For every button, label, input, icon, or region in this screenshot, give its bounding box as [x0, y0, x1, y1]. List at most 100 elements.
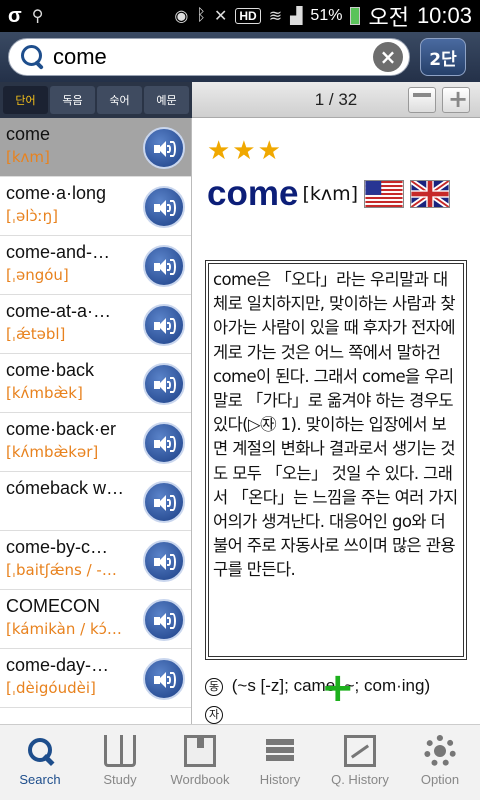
- speaker-button[interactable]: [143, 363, 185, 405]
- description-text: come은 「오다」라는 우리말과 대체로 일치하지만, 맞이하는 사람과 찾아…: [208, 263, 464, 657]
- importance-stars: ★★★: [207, 136, 283, 166]
- speaker-button[interactable]: [143, 127, 185, 169]
- status-right-icons: ◉ ᛒ ✕ HD ≋ ▟ 51% 오전 10:03: [174, 0, 472, 32]
- uk-flag-icon[interactable]: [410, 180, 451, 208]
- clock: 10:03: [416, 3, 472, 28]
- word-pron: [ˌəngóu]: [6, 266, 69, 284]
- word-text: come-day-…: [6, 655, 110, 675]
- signal-icon: ▟: [290, 8, 303, 25]
- list-item[interactable]: come·back [kʌ́mbæ̀k]: [0, 354, 191, 413]
- hd-voice-icon: HD: [235, 8, 261, 24]
- speaker-icon: [154, 317, 176, 335]
- app-notification-icon: σ: [8, 4, 22, 27]
- chart-icon: [344, 735, 376, 767]
- list-item[interactable]: come·a·long [ˌəlɔ̀ːŋ]: [0, 177, 191, 236]
- nav-label: Study: [103, 772, 137, 787]
- list-item[interactable]: COMECON [kámikàn / kɔ́…: [0, 590, 191, 649]
- word-pron: [kʌ́mbæ̀k]: [6, 384, 83, 402]
- window-icon: [413, 93, 431, 97]
- time-period: 오전: [368, 5, 409, 30]
- speaker-button[interactable]: [143, 599, 185, 641]
- speaker-icon: [154, 140, 176, 158]
- add-page-button[interactable]: +: [442, 85, 470, 113]
- speaker-button[interactable]: [143, 481, 185, 523]
- status-bar: σ ⚲ ◉ ᛒ ✕ HD ≋ ▟ 51% 오전 10:03: [0, 0, 480, 32]
- list-item[interactable]: come-and-… [ˌəngóu]: [0, 236, 191, 295]
- description-box: come은 「오다」라는 우리말과 대체로 일치하지만, 맞이하는 사람과 찾아…: [205, 260, 467, 660]
- nav-wordbook[interactable]: Wordbook: [160, 725, 240, 800]
- intransitive-badge: 자: [205, 706, 223, 724]
- search-icon: [17, 42, 47, 72]
- word-text: come·back: [6, 360, 95, 380]
- word-text: come·a·long: [6, 183, 107, 203]
- word-text: come-by-c…: [6, 537, 109, 557]
- list-item[interactable]: come-day-… [ˌdèigóudèi]: [0, 649, 191, 708]
- collapse-button[interactable]: [408, 87, 436, 113]
- word-pron: [ˌbaitʃǽns / -…: [6, 561, 117, 579]
- speaker-button[interactable]: [143, 245, 185, 287]
- tab-idiom[interactable]: 숙어: [97, 86, 142, 114]
- battery-icon: [350, 7, 361, 25]
- nav-label: Wordbook: [170, 772, 230, 787]
- speaker-button[interactable]: [143, 186, 185, 228]
- wordbook-icon: [184, 735, 216, 767]
- word-text: COMECON: [6, 596, 100, 616]
- list-item[interactable]: cómeback w…: [0, 472, 191, 531]
- nav-study[interactable]: Study: [80, 725, 160, 800]
- detail-pane: ★★★ come [kʌm] come은 「오다」라는 우리말과 대체로 일치하…: [193, 118, 480, 724]
- bottom-nav: Search Study Wordbook History Q. History…: [0, 724, 480, 800]
- nav-search[interactable]: Search: [0, 725, 80, 800]
- history-icon: [264, 735, 296, 767]
- word-text: come·back·er: [6, 419, 117, 439]
- us-flag-icon[interactable]: [364, 180, 405, 208]
- list-item[interactable]: come-at-a·… [ˌǽtəbl]: [0, 295, 191, 354]
- speaker-icon: [154, 199, 176, 217]
- level-button[interactable]: 2단: [420, 38, 466, 76]
- speaker-icon: [154, 494, 176, 512]
- speaker-button[interactable]: [143, 304, 185, 346]
- tab-example[interactable]: 예문: [144, 86, 189, 114]
- speaker-icon: [154, 376, 176, 394]
- speaker-icon: [154, 435, 176, 453]
- search-box[interactable]: ×: [8, 38, 410, 76]
- nav-history[interactable]: History: [240, 725, 320, 800]
- nav-label: Q. History: [331, 772, 389, 787]
- add-wordbook-icon[interactable]: +: [321, 668, 355, 708]
- speaker-button[interactable]: [143, 658, 185, 700]
- status-left-icons: σ ⚲: [8, 5, 43, 28]
- speaker-button[interactable]: [143, 422, 185, 464]
- speaker-icon: [154, 671, 176, 689]
- page-indicator: 1 / 32: [314, 90, 358, 109]
- speaker-icon: [154, 612, 176, 630]
- usb-icon: ⚲: [31, 8, 44, 25]
- nav-label: History: [259, 772, 301, 787]
- eye-icon: ◉: [174, 8, 189, 25]
- headword-pron: [kʌm]: [302, 183, 359, 205]
- conjugation-line: 동 (~s [-z]; came; ~; com·ing): [205, 676, 430, 696]
- pager-bar: 1 / 32 +: [192, 82, 480, 118]
- clear-icon[interactable]: ×: [373, 42, 403, 72]
- nav-label: Option: [420, 772, 460, 787]
- nav-option[interactable]: Option: [400, 725, 480, 800]
- word-pron: [kámikàn / kɔ́…: [6, 620, 122, 638]
- list-item[interactable]: come-by-c… [ˌbaitʃǽns / -…: [0, 531, 191, 590]
- speaker-icon: [154, 553, 176, 571]
- tab-reading[interactable]: 독음: [50, 86, 95, 114]
- gear-icon: [424, 735, 456, 767]
- list-item[interactable]: come [kʌm]: [0, 118, 191, 177]
- word-text: come-at-a·…: [6, 301, 112, 321]
- mute-icon: ✕: [213, 8, 228, 25]
- speaker-button[interactable]: [143, 540, 185, 582]
- search-icon: [24, 735, 56, 767]
- word-pron: [ˌəlɔ̀ːŋ]: [6, 207, 59, 225]
- verb-badge: 동: [205, 677, 223, 696]
- tab-word[interactable]: 단어: [3, 86, 48, 114]
- nav-q-history[interactable]: Q. History: [320, 725, 400, 800]
- word-pron: [kʌm]: [6, 148, 50, 166]
- word-text: cómeback w…: [6, 478, 125, 498]
- search-input[interactable]: [47, 41, 373, 73]
- list-item[interactable]: come·back·er [kʌ́mbæ̀kər]: [0, 413, 191, 472]
- word-text: come: [6, 124, 51, 144]
- headword-line: come [kʌm]: [207, 174, 468, 214]
- filter-tabs: 단어 독음 숙어 예문: [0, 82, 192, 118]
